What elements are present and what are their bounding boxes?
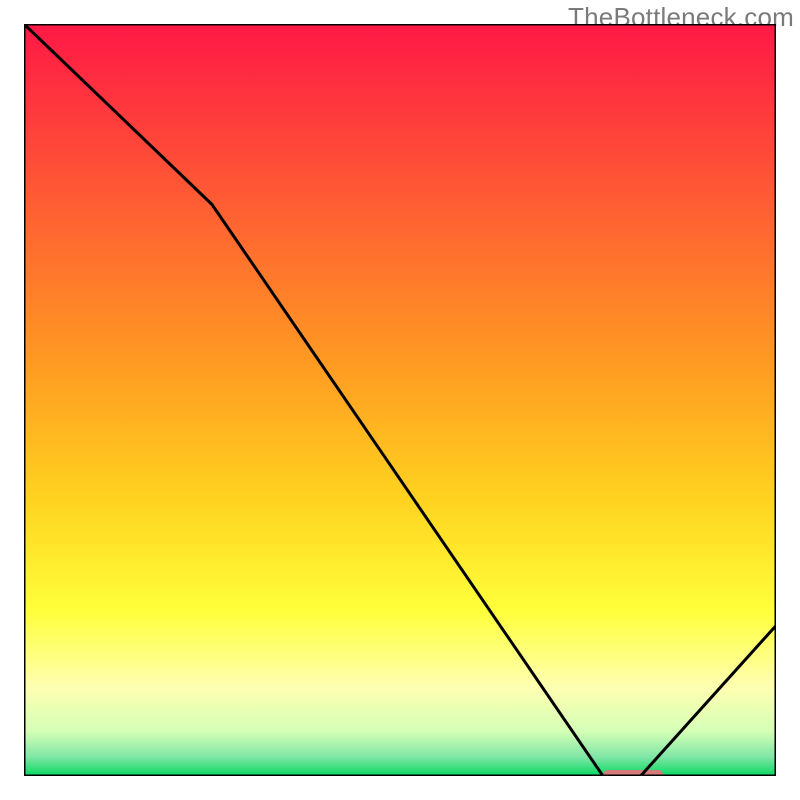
bottleneck-chart (24, 24, 776, 776)
chart-background (24, 24, 776, 776)
chart-svg (24, 24, 776, 776)
